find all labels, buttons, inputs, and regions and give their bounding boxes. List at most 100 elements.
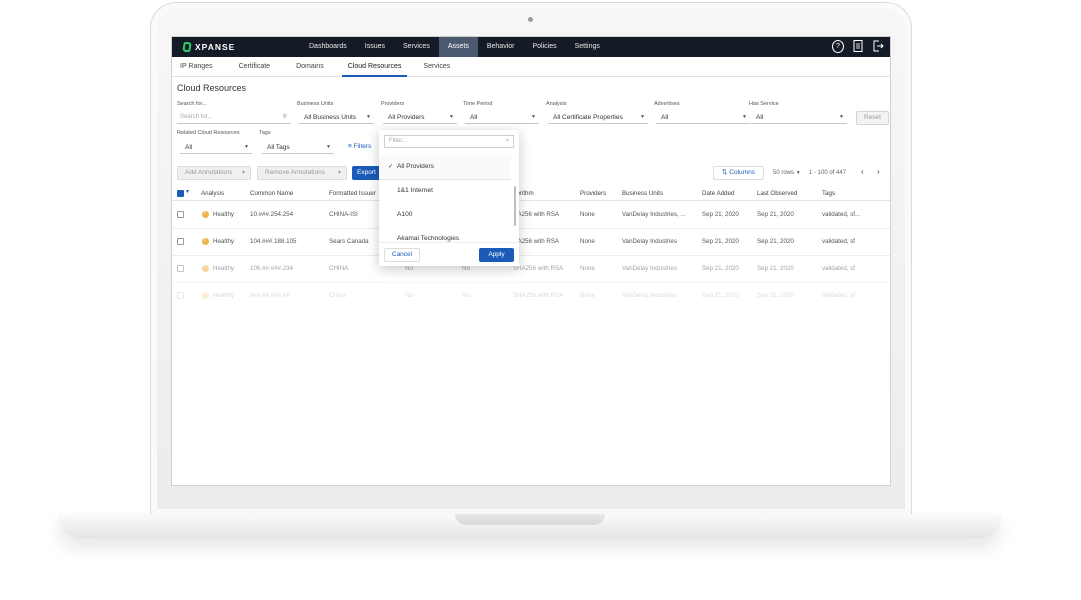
search-input[interactable]: Search for... ⚲ [177, 111, 291, 124]
analysis-cell: Healthy [213, 265, 234, 272]
nav-item-services[interactable]: Services [394, 37, 439, 57]
tab-cloud-resources[interactable]: Cloud Resources [340, 57, 410, 77]
providers-option-a100[interactable]: A100 [379, 203, 511, 227]
business-units-cell: VanDelay Industries [622, 238, 677, 245]
columns-icon: ⇅ [722, 169, 728, 176]
tags-cell: validated, sf [822, 265, 856, 272]
reset-button[interactable]: Reset [856, 111, 889, 125]
logout-icon[interactable] [872, 40, 884, 53]
col5-cell: No [462, 265, 470, 272]
common-name-cell: ###.##.###.## [250, 292, 290, 299]
providers-filter-placeholder: Filter... [389, 138, 408, 144]
column-header-tags[interactable]: Tags [822, 190, 835, 197]
nav-item-assets[interactable]: Assets [438, 37, 478, 57]
row-checkbox[interactable] [177, 211, 184, 218]
advertises-select[interactable]: All ▼ [656, 111, 750, 124]
row-checkbox[interactable] [177, 265, 184, 272]
chevron-down-icon: ▼ [640, 114, 645, 120]
warning-icon [202, 264, 209, 272]
providers-option-1and1[interactable]: 1&1 Internet [379, 179, 511, 203]
providers-cell: None [580, 211, 595, 218]
columns-label: Columns [729, 169, 755, 176]
providers-option-all[interactable]: ✓ All Providers [379, 155, 511, 179]
column-header-date-added[interactable]: Date Added [702, 190, 734, 197]
tab-services[interactable]: Services [415, 57, 458, 76]
time-period-select[interactable]: All ▼ [465, 111, 539, 124]
filter-sliders-icon: ≡ [348, 143, 352, 150]
providers-cell: None [580, 265, 595, 272]
dropdown-scrollbar[interactable] [514, 186, 516, 226]
option-label: 1&1 Internet [397, 187, 433, 194]
document-icon[interactable] [852, 40, 864, 53]
add-annotations-button[interactable]: Add Annotations ▼ [177, 166, 251, 180]
analysis-select[interactable]: All Certificate Properties ▼ [548, 111, 648, 124]
analysis-cell: Healthy [213, 211, 234, 218]
column-header-business-units[interactable]: Business Units [622, 190, 663, 197]
analysis-cell: Healthy [213, 292, 234, 299]
table-row[interactable]: Healthy ###.##.###.## China No No SHA256… [172, 283, 890, 310]
apply-button[interactable]: Apply [479, 248, 514, 262]
screen: XPANSE Dashboards Issues Services Assets… [171, 36, 891, 486]
tab-domains[interactable]: Domains [288, 57, 332, 76]
analysis-cell: Healthy [213, 238, 234, 245]
algorithm-cell: HA256 with RSA [513, 238, 560, 245]
logo[interactable]: XPANSE [182, 42, 293, 52]
tab-certificate[interactable]: Certificate [231, 57, 279, 76]
dropdown-footer: Cancel Apply [379, 242, 519, 266]
nav-item-dashboards[interactable]: Dashboards [300, 37, 356, 57]
time-period-value: All [470, 114, 478, 121]
business-units-cell: VanDelay Industries, ... [622, 211, 686, 218]
nav-item-settings[interactable]: Settings [566, 37, 609, 57]
export-button[interactable]: Export [352, 166, 380, 180]
business-units-select[interactable]: All Business Units ▼ [299, 111, 374, 124]
tags-select[interactable]: All Tags ▼ [262, 141, 334, 154]
providers-cell: None [580, 292, 595, 299]
related-cloud-resources-select[interactable]: All ▼ [180, 141, 252, 154]
date-added-cell: Sep 21, 2020 [702, 211, 739, 218]
table-row[interactable]: Healthy 104.###.188.105 Sears Canada HA2… [172, 229, 890, 256]
chevron-right-icon[interactable]: › [877, 167, 880, 176]
providers-cell: None [580, 238, 595, 245]
select-all-checkbox[interactable] [177, 190, 184, 197]
analysis-label: Analysis [546, 101, 567, 107]
chevron-left-icon[interactable]: ‹ [861, 167, 864, 176]
page-title: Cloud Resources [177, 83, 247, 93]
nav-item-issues[interactable]: Issues [356, 37, 394, 57]
time-period-label: Time Period [463, 101, 493, 107]
row-checkbox[interactable] [177, 238, 184, 245]
related-cloud-resources-label: Related Cloud Resources [177, 130, 240, 136]
remove-annotations-label: Remove Annotations [265, 169, 325, 176]
issuer-cell: CHINA-ISI [329, 211, 358, 218]
nav-item-behavior[interactable]: Behavior [478, 37, 524, 57]
column-header-providers[interactable]: Providers [580, 190, 606, 197]
business-units-cell: VanDelay Industries [622, 265, 677, 272]
chevron-down-icon: ▼ [337, 170, 342, 176]
help-icon[interactable]: ? [832, 40, 844, 53]
providers-select[interactable]: All Providers ▼ [383, 111, 457, 124]
column-header-analysis[interactable]: Analysis [201, 190, 224, 197]
filters-link[interactable]: ≡ Filters [348, 143, 371, 150]
column-header-common-name[interactable]: Common Name [250, 190, 293, 197]
logo-text: XPANSE [195, 42, 236, 52]
cancel-button[interactable]: Cancel [384, 248, 420, 262]
providers-filter-input[interactable]: Filter... ▿ [384, 135, 514, 148]
search-label: Search for... [177, 101, 207, 107]
chevron-down-icon: ▼ [449, 114, 454, 120]
tags-cell: validated, sf... [822, 211, 861, 218]
column-header-formatted-issuer[interactable]: Formatted Issuer [329, 190, 376, 197]
filters-link-label: Filters [353, 143, 372, 150]
remove-annotations-button[interactable]: Remove Annotations ▼ [257, 166, 347, 180]
last-observed-cell: Sep 21, 2020 [757, 292, 794, 299]
columns-button[interactable]: ⇅ Columns [713, 166, 764, 180]
rows-per-page-select[interactable]: 50 rows ▼ [773, 170, 801, 176]
has-service-select[interactable]: All ▼ [751, 111, 847, 124]
col5-cell: No [462, 292, 470, 299]
tab-ip-ranges[interactable]: IP Ranges [172, 57, 221, 76]
column-header-last-observed[interactable]: Last Observed [757, 190, 797, 197]
table-row[interactable]: Healthy 106.##.###.234 CHINA No No SHA25… [172, 256, 890, 283]
row-checkbox[interactable] [177, 292, 184, 299]
chevron-down-icon[interactable]: ▼ [185, 189, 190, 195]
laptop-notch [455, 514, 605, 525]
nav-item-policies[interactable]: Policies [523, 37, 565, 57]
table-row[interactable]: Healthy 10.###.254.254 CHINA-ISI HA256 w… [172, 202, 890, 229]
